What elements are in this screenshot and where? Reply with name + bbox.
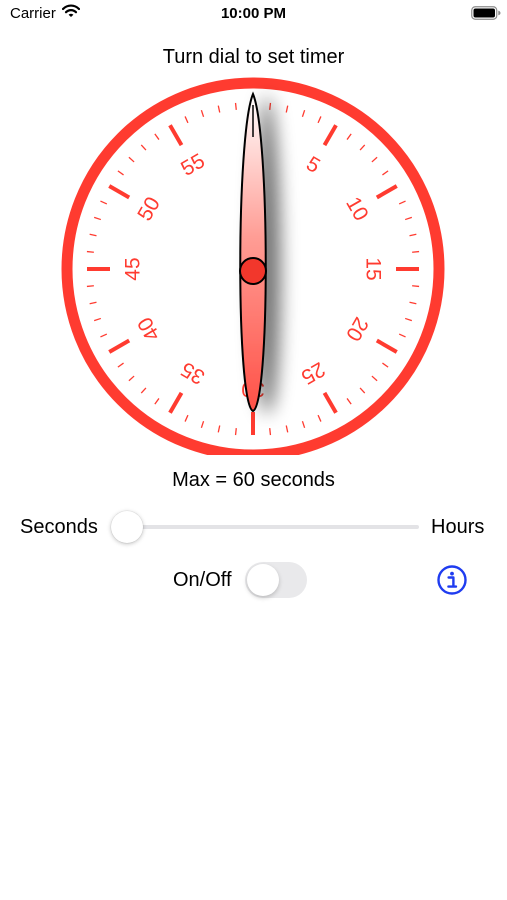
dial-hub (239, 257, 267, 285)
power-toggle[interactable] (245, 562, 307, 598)
dial-minor-tick (86, 285, 94, 288)
dial-hand[interactable] (239, 91, 267, 413)
unit-slider[interactable] (113, 525, 419, 529)
toggle-knob (247, 564, 279, 596)
unit-slider-row: Seconds Hours (0, 508, 507, 544)
dial-minor-tick (269, 102, 272, 110)
info-circle-icon[interactable] (436, 564, 468, 596)
battery-icon (471, 6, 501, 20)
dial-minor-tick (234, 102, 237, 110)
dial-minor-tick (86, 250, 94, 253)
slider-max-label: Hours (431, 516, 485, 538)
power-row: On/Off (0, 560, 507, 600)
dial-number: 45 (122, 257, 145, 280)
power-label: On/Off (173, 569, 232, 591)
instruction-title: Turn dial to set timer (162, 46, 345, 68)
dial-minor-tick (412, 285, 420, 288)
status-time: 10:00 PM (220, 5, 287, 22)
max-duration-label: Max = 60 seconds (172, 469, 335, 491)
status-bar: Carrier 10:00 PM (0, 0, 507, 30)
dial-minor-tick (234, 428, 237, 436)
dial-minor-tick (412, 250, 420, 253)
dial-number: 15 (362, 257, 385, 280)
timer-dial[interactable]: 510152025303540455055 (53, 75, 453, 455)
slider-thumb[interactable] (111, 511, 143, 543)
slider-min-label: Seconds (20, 516, 98, 538)
dial-minor-tick (269, 428, 272, 436)
